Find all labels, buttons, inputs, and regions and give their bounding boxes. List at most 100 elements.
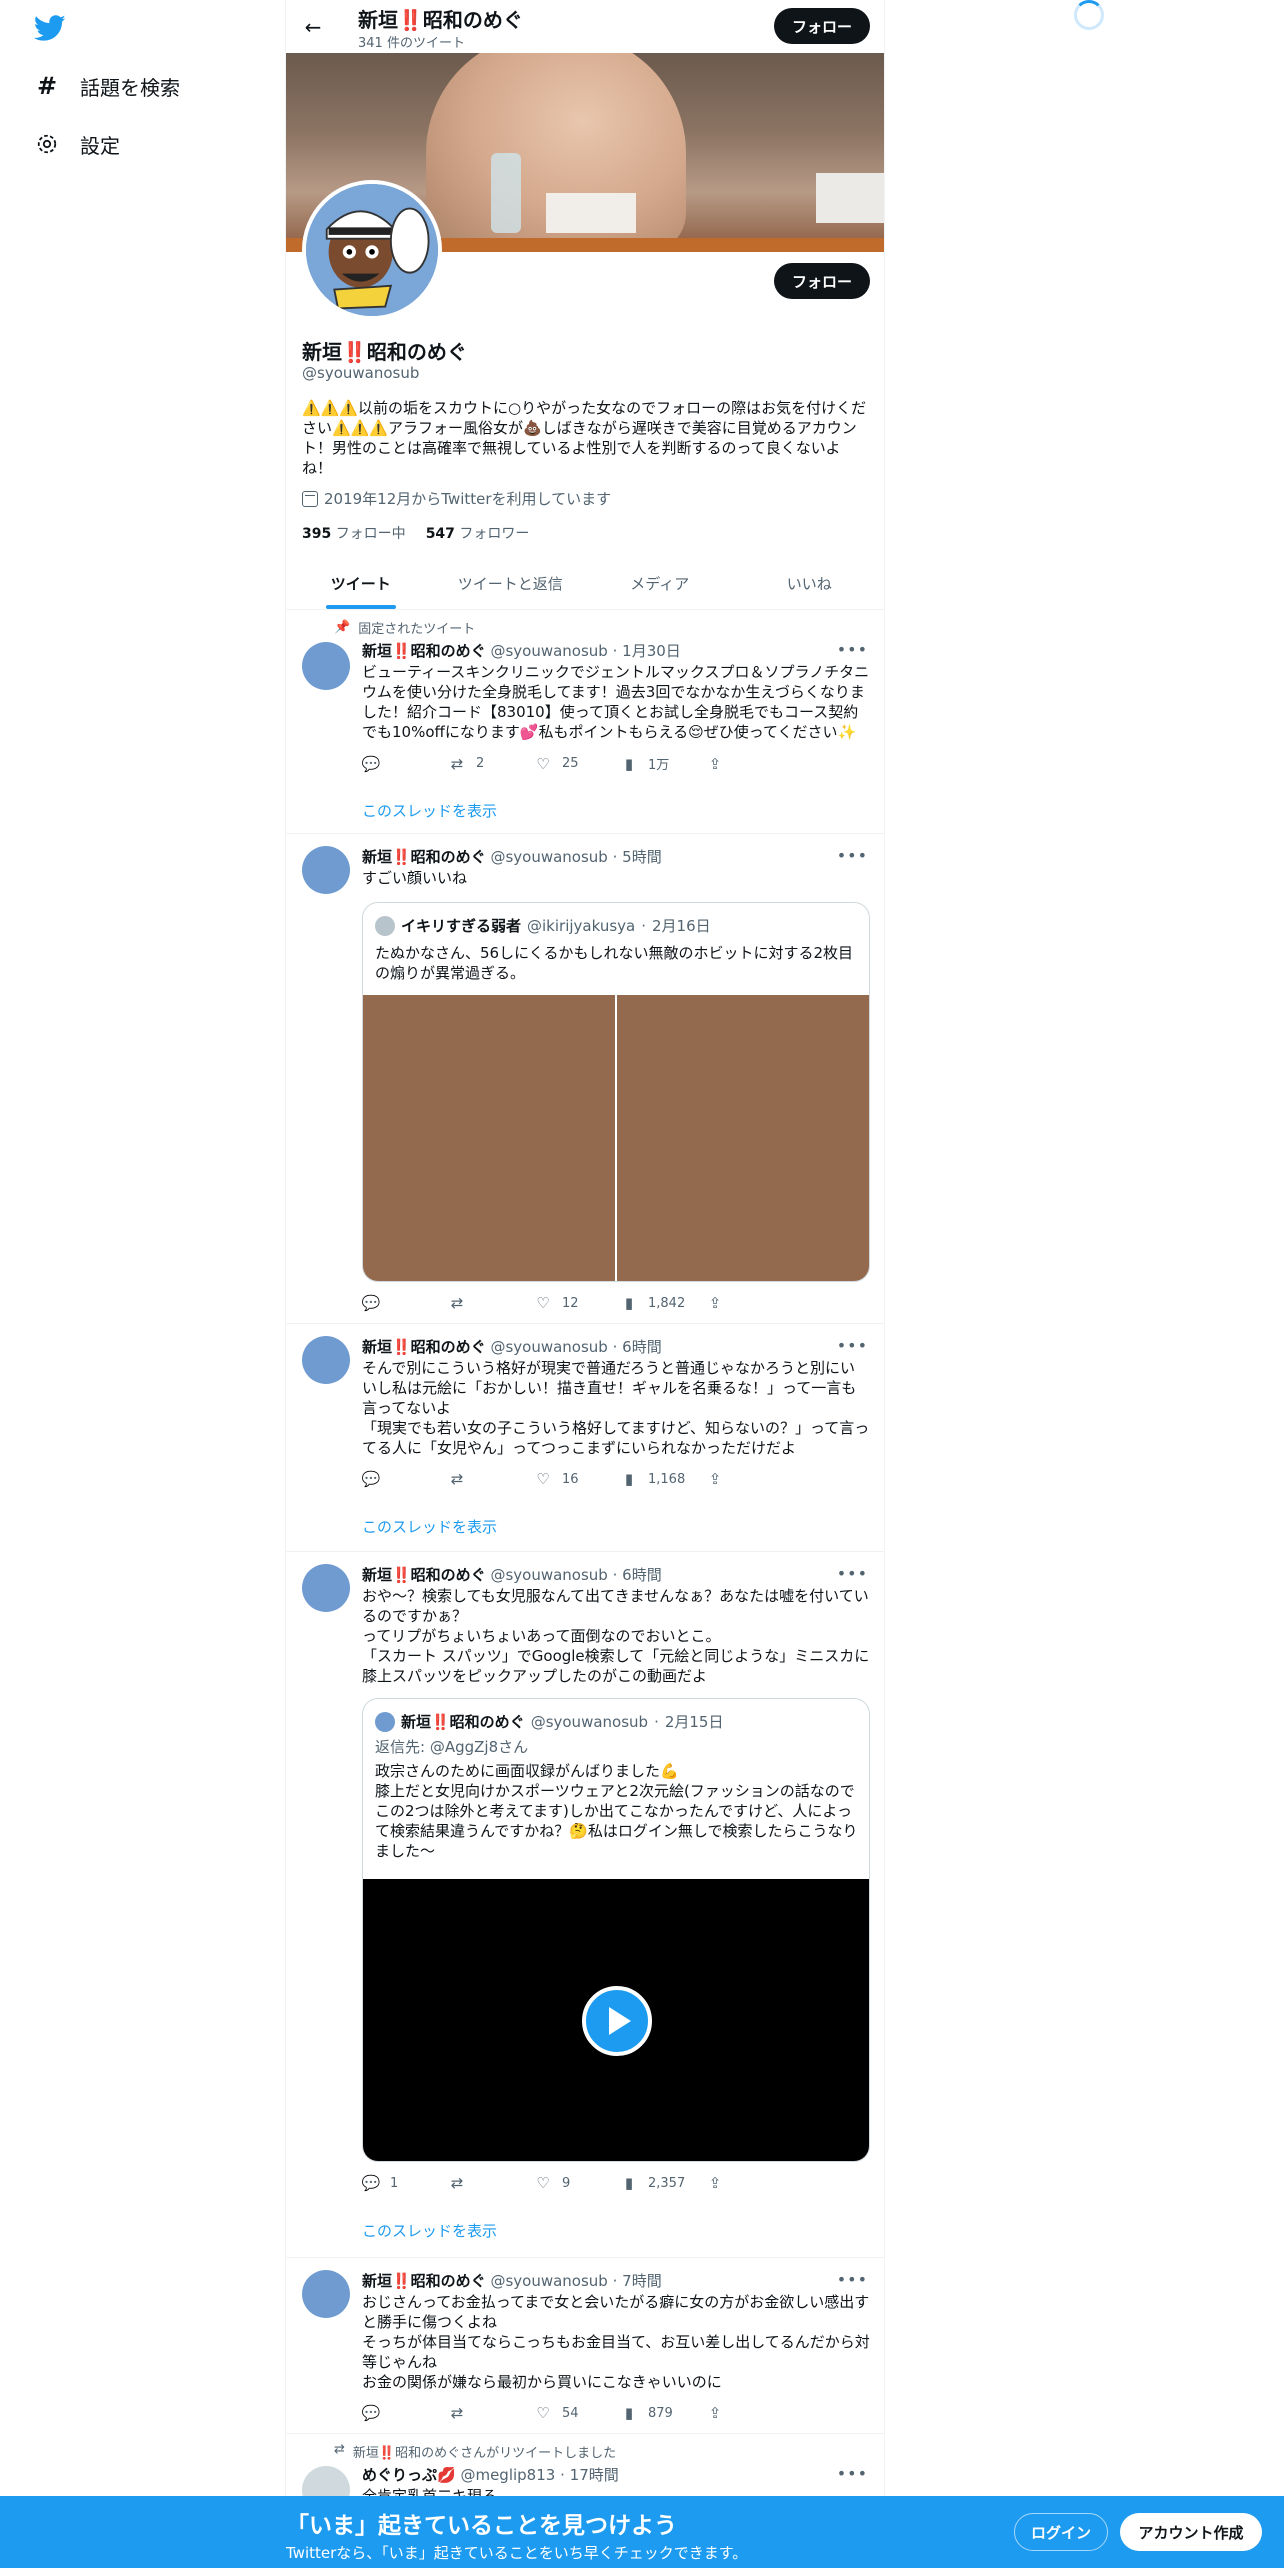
quote-time: 2月16日 [652,917,711,935]
following-link[interactable]: 395 フォロー中 [302,523,406,543]
like-count: 12 [562,1295,579,1311]
retweet-button[interactable]: ⇄ 2 [448,754,534,773]
more-icon[interactable]: ••• [837,846,868,865]
profile-stats: 395 フォロー中 547 フォロワー [302,523,529,543]
profile-follow-button[interactable]: フォロー [774,263,870,299]
heart-icon: ♡ [536,2174,550,2192]
back-arrow-icon[interactable]: ← [296,10,330,44]
author-handle[interactable]: @syouwanosub [490,1566,607,1584]
twitter-logo-icon[interactable] [33,12,66,44]
like-button[interactable]: ♡ 25 [534,754,620,773]
views-button[interactable]: ▮ 1,842 [620,1294,706,1312]
author-name[interactable]: 新垣‼️昭和のめぐ [362,1566,486,1584]
tab-tweets[interactable]: ツイート [286,557,436,609]
reply-button[interactable]: 💬 1 [362,2174,448,2192]
login-button[interactable]: ログイン [1014,2513,1108,2551]
tweet-time[interactable]: 6時間 [622,1338,662,1356]
show-thread-link[interactable]: このスレッドを表示 [362,1516,497,1537]
views-button[interactable]: ▮ 2,357 [620,2174,706,2192]
profile-avatar[interactable] [302,180,442,320]
tweet-time[interactable]: 1月30日 [622,642,681,660]
author-name[interactable]: 新垣‼️昭和のめぐ [362,1338,486,1356]
retweet-icon: ⇄ [450,2174,464,2192]
author-name[interactable]: めぐりっぷ💋 [362,2466,456,2484]
analytics-icon: ▮ [624,1294,634,1312]
nav-explore-label: 話題を検索 [80,75,180,100]
tab-likes[interactable]: いいね [735,557,885,609]
quoted-tweet[interactable]: イキリすぎる弱者 @ikirijyakusya · 2月16日 たぬかなさん、5… [362,902,870,1282]
avatar[interactable] [302,2270,350,2318]
share-button[interactable]: ⇪ [706,2404,792,2422]
following-count: 395 [302,526,332,542]
tweet-header: 新垣‼️昭和のめぐ @syouwanosub · 6時間 [362,1338,662,1356]
header-follow-button[interactable]: フォロー [774,8,870,44]
tweet[interactable]: 新垣‼️昭和のめぐ @syouwanosub · 5時間 ••• すごい顔いいね… [286,834,884,1324]
reply-button[interactable]: 💬 [362,754,448,773]
tweet-time[interactable]: 5時間 [622,848,662,866]
quote-video[interactable] [363,1879,869,2161]
author-handle[interactable]: @syouwanosub [490,642,607,660]
more-icon[interactable]: ••• [837,1336,868,1355]
like-button[interactable]: ♡ 16 [534,1470,620,1488]
like-button[interactable]: ♡ 54 [534,2404,620,2422]
avatar [375,915,395,936]
share-button[interactable]: ⇪ [706,1470,792,1488]
avatar[interactable] [302,1336,350,1384]
followers-link[interactable]: 547 フォロワー [426,523,530,543]
views-count: 1,168 [648,1471,686,1487]
tweet-time[interactable]: 6時間 [622,1566,662,1584]
retweet-button[interactable]: ⇄ [448,2174,534,2192]
reply-button[interactable]: 💬 [362,2404,448,2422]
tab-tweets-and-replies[interactable]: ツイートと返信 [436,557,586,609]
show-thread-link[interactable]: このスレッドを表示 [362,2220,497,2241]
reply-button[interactable]: 💬 [362,1294,448,1312]
more-icon[interactable]: ••• [837,2464,868,2483]
show-thread-link[interactable]: このスレッドを表示 [362,800,497,821]
reply-icon: 💬 [361,754,381,773]
play-icon[interactable] [582,1986,652,2056]
author-handle[interactable]: @syouwanosub [490,1338,607,1356]
analytics-icon: ▮ [624,754,634,773]
tweet[interactable]: 新垣‼️昭和のめぐ @syouwanosub · 7時間 ••• おじさんってお… [286,2258,884,2434]
retweet-button[interactable]: ⇄ [448,1294,534,1312]
quote-image[interactable] [617,995,869,1281]
retweet-button[interactable]: ⇄ [448,1470,534,1488]
more-icon[interactable]: ••• [837,1564,868,1583]
author-name[interactable]: 新垣‼️昭和のめぐ [362,2272,486,2290]
tweet[interactable]: 新垣‼️昭和のめぐ @syouwanosub · 6時間 ••• おや〜？検索し… [286,1552,884,2258]
quoted-tweet[interactable]: 新垣‼️昭和のめぐ @syouwanosub · 2月15日 返信先: @Agg… [362,1698,870,2162]
quote-author-name: 新垣‼️昭和のめぐ [401,1713,525,1731]
share-button[interactable]: ⇪ [706,2174,792,2192]
tweet[interactable]: 新垣‼️昭和のめぐ @syouwanosub · 6時間 ••• そんで別にこう… [286,1324,884,1552]
like-button[interactable]: ♡ 9 [534,2174,620,2192]
avatar[interactable] [302,846,350,894]
nav-explore[interactable]: # 話題を検索 [34,66,180,106]
tweet-time[interactable]: 17時間 [570,2466,619,2484]
tab-media[interactable]: メディア [585,557,735,609]
more-icon[interactable]: ••• [837,640,868,659]
views-button[interactable]: ▮ 1万 [620,754,706,774]
avatar[interactable] [302,1564,350,1612]
signup-prompt-bar: 「いま」起きていることを見つけよう Twitterなら、「いま」起きていることを… [0,2496,1284,2568]
share-button[interactable]: ⇪ [706,1294,792,1312]
views-button[interactable]: ▮ 879 [620,2404,706,2422]
tweet-time[interactable]: 7時間 [622,2272,662,2290]
signup-button[interactable]: アカウント作成 [1120,2513,1262,2551]
nav-settings[interactable]: 設定 [34,124,120,164]
views-button[interactable]: ▮ 1,168 [620,1470,706,1488]
tweet-retweeted[interactable]: ⇄ 新垣‼️昭和のめぐさんがリツイートしました めぐりっぷ💋 @meglip81… [286,2434,884,2514]
share-button[interactable]: ⇪ [706,754,792,773]
tweet-pinned[interactable]: 📌 固定されたツイート 新垣‼️昭和のめぐ @syouwanosub · 1月3… [286,610,884,834]
avatar[interactable] [302,642,350,690]
like-button[interactable]: ♡ 12 [534,1294,620,1312]
reply-button[interactable]: 💬 [362,1470,448,1488]
author-name[interactable]: 新垣‼️昭和のめぐ [362,642,486,660]
retweet-icon: ⇄ [334,2442,345,2457]
retweet-button[interactable]: ⇄ [448,2404,534,2422]
author-handle[interactable]: @syouwanosub [490,848,607,866]
more-icon[interactable]: ••• [837,2270,868,2289]
quote-image[interactable] [363,995,615,1281]
author-name[interactable]: 新垣‼️昭和のめぐ [362,848,486,866]
author-handle[interactable]: @meglip813 [460,2466,555,2484]
author-handle[interactable]: @syouwanosub [490,2272,607,2290]
